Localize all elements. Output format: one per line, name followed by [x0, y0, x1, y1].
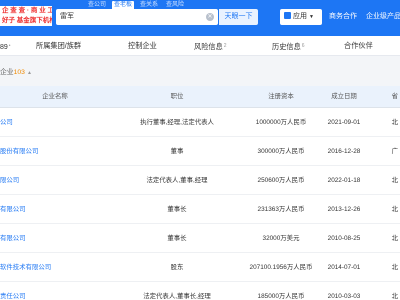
date-cell: 2021-09-01 — [327, 119, 361, 126]
table-row: 公司 执行董事,经理,法定代表人 1000000万人民币 2021-09-01 … — [0, 108, 400, 137]
table-row: 软件技术有限公司 股东 207100.1956万人民币 2014-07-01 北 — [0, 253, 400, 282]
category-bar: 89• 所属集团/族群 控制企业 风险信息2 历史信息6 合作伙伴 — [0, 36, 400, 56]
province-cell: 北 — [391, 177, 398, 184]
section-label: 企业 — [0, 69, 14, 76]
table-row: 限公司 法定代表人,董事,经理 250600万人民币 2022-01-18 北 — [0, 166, 400, 195]
table-row: 责任公司 法定代表人,董事长,经理 185000万人民币 2010-03-03 … — [0, 282, 400, 300]
position-cell: 董事长 — [167, 206, 187, 213]
position-cell: 董事 — [170, 148, 184, 155]
position-cell: 股东 — [170, 264, 184, 271]
cat-positions-count: 89 — [0, 44, 8, 51]
date-cell: 2010-03-03 — [327, 293, 361, 300]
logo-line-1: 企 查 查 · 商 业 工 具 — [2, 7, 52, 14]
search-button[interactable]: 天眼一下 — [218, 9, 258, 25]
search-input-value: 雷军 — [60, 13, 74, 20]
date-cell: 2022-01-18 — [327, 177, 361, 184]
positions-table: 企业名称 职位 注册资本 成立日期 省 公司 执行董事,经理,法定代表人 100… — [0, 86, 400, 300]
nav-enterprise-products[interactable]: 企业级产品 — [366, 9, 400, 25]
province-cell: 北 — [391, 293, 398, 300]
date-cell: 2014-07-01 — [327, 264, 361, 271]
section-title: 企业103 ▲ — [0, 66, 32, 76]
search-input[interactable]: 雷军 ✕ — [56, 9, 218, 25]
col-position: 职位 — [170, 93, 184, 100]
capital-cell: 300000万人民币 — [257, 148, 305, 155]
position-cell: 法定代表人,董事,经理 — [146, 177, 208, 184]
apps-menu-button[interactable]: 应用 ▼ — [280, 9, 322, 25]
date-cell: 2010-08-25 — [327, 235, 361, 242]
cat-history-count: 6 — [301, 43, 305, 49]
company-link[interactable]: 股份有限公司 — [0, 137, 110, 166]
cat-controlled-companies[interactable]: 控制企业 — [128, 36, 157, 56]
cat-risk-label: 风险信息 — [194, 42, 223, 51]
capital-cell: 32000万美元 — [262, 235, 300, 242]
capital-cell: 185000万人民币 — [257, 293, 305, 300]
cat-history[interactable]: 历史信息6 — [272, 36, 305, 56]
brand-logo[interactable]: 企 查 查 · 商 业 工 具 好子 基金旗下机构 — [0, 6, 52, 26]
logo-line-2: 好子 基金旗下机构 — [2, 17, 52, 24]
cat-positions-sup: • — [8, 43, 11, 49]
col-capital[interactable]: 注册资本 — [244, 86, 318, 108]
grid-icon — [284, 12, 291, 19]
company-link[interactable]: 软件技术有限公司 — [0, 253, 110, 282]
apps-label: 应用 — [293, 13, 307, 20]
cat-positions[interactable]: 89• — [0, 36, 11, 56]
col-date[interactable]: 成立日期 — [318, 86, 370, 108]
chevron-up-icon[interactable]: ▲ — [27, 70, 32, 76]
date-cell: 2013-12-26 — [327, 206, 361, 213]
capital-cell: 231363万人民币 — [257, 206, 305, 213]
table-row: 股份有限公司 董事 300000万人民币 2016-12-28 广 — [0, 137, 400, 166]
position-cell: 董事长 — [167, 235, 187, 242]
table-row: 有限公司 董事长 32000万美元 2010-08-25 北 — [0, 224, 400, 253]
table-row: 有限公司 董事长 231363万人民币 2013-12-26 北 — [0, 195, 400, 224]
capital-cell: 207100.1956万人民币 — [249, 264, 313, 271]
col-company: 企业名称 — [42, 93, 68, 100]
company-link[interactable]: 公司 — [0, 108, 110, 137]
capital-cell: 250600万人民币 — [257, 177, 305, 184]
company-link[interactable]: 责任公司 — [0, 282, 110, 300]
date-cell: 2016-12-28 — [327, 148, 361, 155]
province-cell: 广 — [391, 148, 398, 155]
capital-cell: 1000000万人民币 — [255, 119, 307, 126]
table-header: 企业名称 职位 注册资本 成立日期 省 — [0, 86, 400, 108]
position-cell: 执行董事,经理,法定代表人 — [140, 119, 214, 126]
cat-partners[interactable]: 合作伙伴 — [344, 36, 373, 56]
clear-icon[interactable]: ✕ — [206, 13, 214, 21]
nav-business-cooperation[interactable]: 商务合作 — [329, 9, 357, 25]
province-cell: 北 — [391, 235, 398, 242]
cat-history-label: 历史信息 — [272, 42, 301, 51]
section-count: 103 — [13, 69, 25, 76]
position-cell: 法定代表人,董事长,经理 — [143, 293, 211, 300]
province-cell: 北 — [391, 206, 398, 213]
company-link[interactable]: 有限公司 — [0, 224, 110, 253]
company-link[interactable]: 限公司 — [0, 166, 110, 195]
cat-group[interactable]: 所属集团/族群 — [36, 36, 81, 56]
chevron-down-icon: ▼ — [309, 14, 314, 20]
col-province: 省 — [391, 93, 398, 100]
cat-risk[interactable]: 风险信息2 — [194, 36, 227, 56]
top-header: 企 查 查 · 商 业 工 具 好子 基金旗下机构 查公司 查老板 查关系 查风… — [0, 0, 400, 36]
province-cell: 北 — [391, 119, 398, 126]
cat-risk-count: 2 — [223, 43, 227, 49]
province-cell: 北 — [391, 264, 398, 271]
company-link[interactable]: 有限公司 — [0, 195, 110, 224]
